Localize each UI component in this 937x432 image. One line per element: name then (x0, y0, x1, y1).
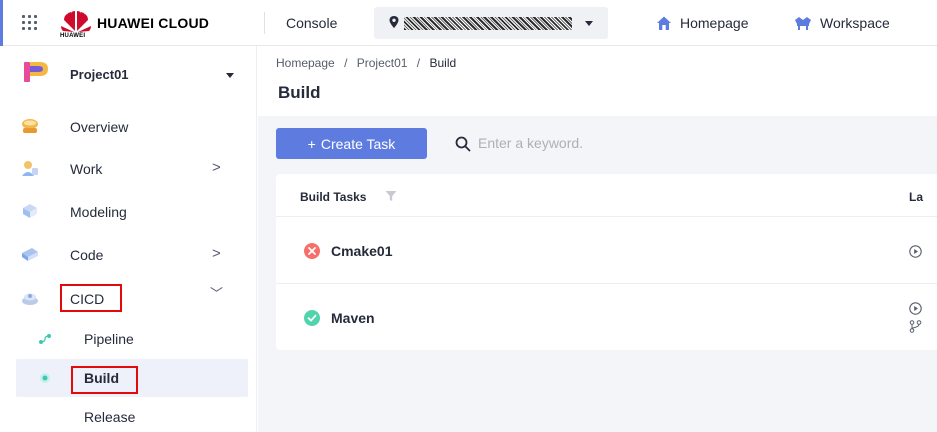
create-task-label: Create Task (320, 135, 396, 152)
search-input[interactable] (478, 132, 678, 154)
sidebar-item-label: Modeling (70, 204, 127, 220)
top-bar: HUAWEI HUAWEI CLOUD Console Homepage Wor… (0, 0, 937, 46)
project-name: Project01 (70, 67, 129, 82)
sidebar-subitem-pipeline[interactable]: Pipeline (16, 320, 248, 358)
brand-name[interactable]: HUAWEI CLOUD (97, 15, 209, 31)
sidebar: Project01 Overview Work > Modeling Code … (0, 46, 257, 432)
breadcrumb-separator: / (344, 56, 348, 70)
code-icon (22, 248, 38, 261)
homepage-link[interactable]: Homepage (656, 13, 749, 33)
home-icon (657, 16, 671, 30)
page-header: Homepage / Project01 / Build Build (258, 46, 937, 116)
region-name-masked (404, 17, 572, 30)
breadcrumb-separator: / (416, 56, 421, 70)
table-header: Build Tasks La (276, 174, 937, 217)
logo-wordmark: HUAWEI (60, 33, 86, 39)
sidebar-item-modeling[interactable]: Modeling (14, 192, 248, 232)
subitem-label: Pipeline (84, 331, 134, 347)
sidebar-item-cicd[interactable]: CICD ﹀ (14, 279, 248, 319)
workspace-icon (795, 17, 811, 30)
column-header-build-tasks: Build Tasks (300, 190, 367, 204)
homepage-label: Homepage (680, 15, 749, 31)
project-selector[interactable]: Project01 (14, 56, 250, 96)
sidebar-item-code[interactable]: Code > (14, 235, 248, 275)
column-header-last: La (909, 190, 924, 204)
console-link[interactable]: Console (286, 15, 337, 31)
pipeline-icon (39, 334, 51, 344)
project-icon (24, 62, 48, 82)
success-status-icon (304, 310, 320, 326)
chevron-down-icon: ﹀ (210, 286, 224, 301)
region-selector[interactable] (374, 7, 608, 39)
play-circle-icon (909, 302, 922, 315)
sidebar-item-work[interactable]: Work > (14, 149, 248, 189)
app-grid-icon[interactable] (22, 15, 38, 31)
overview-icon (22, 119, 38, 133)
sidebar-item-label: Code (70, 247, 104, 263)
table-row[interactable]: Maven (276, 284, 937, 350)
branch-icon (909, 320, 922, 333)
sidebar-item-label: Work (70, 161, 103, 177)
chevron-right-icon: > (212, 159, 221, 176)
plus-icon: + (307, 135, 316, 152)
play-circle-icon (909, 245, 922, 258)
sidebar-subitem-release[interactable]: Release (16, 398, 248, 432)
highlight-box (60, 284, 122, 312)
workspace-label: Workspace (820, 15, 890, 31)
sidebar-item-label: Overview (70, 119, 129, 135)
sidebar-item-overview[interactable]: Overview (14, 107, 248, 147)
create-task-button[interactable]: + Create Task (276, 128, 427, 159)
failed-status-icon (304, 243, 320, 259)
filter-icon[interactable] (385, 190, 397, 202)
main-content: Homepage / Project01 / Build Build + Cre… (258, 46, 937, 432)
workspace-link[interactable]: Workspace (794, 13, 890, 33)
breadcrumb-homepage[interactable]: Homepage (276, 56, 335, 70)
breadcrumb-project[interactable]: Project01 (357, 56, 408, 70)
work-icon (22, 161, 38, 176)
search-icon (455, 136, 471, 152)
modeling-icon (23, 204, 37, 218)
cicd-icon (22, 293, 38, 305)
divider (264, 12, 265, 34)
task-name-link[interactable]: Maven (331, 310, 375, 326)
subitem-label: Release (84, 409, 136, 425)
breadcrumb-current: Build (429, 56, 457, 70)
chevron-down-icon (585, 21, 593, 26)
build-icon (40, 373, 50, 383)
build-task-table: Build Tasks La Cmake01 Maven (276, 174, 937, 350)
page-title: Build (278, 83, 321, 102)
table-row[interactable]: Cmake01 (276, 217, 937, 284)
top-bar-accent (0, 0, 3, 46)
task-name-link[interactable]: Cmake01 (331, 243, 393, 259)
highlight-box (71, 366, 138, 394)
breadcrumb: Homepage / Project01 / Build (276, 56, 456, 70)
location-pin-icon (389, 16, 399, 28)
chevron-down-icon (226, 73, 234, 78)
chevron-right-icon: > (212, 245, 221, 262)
